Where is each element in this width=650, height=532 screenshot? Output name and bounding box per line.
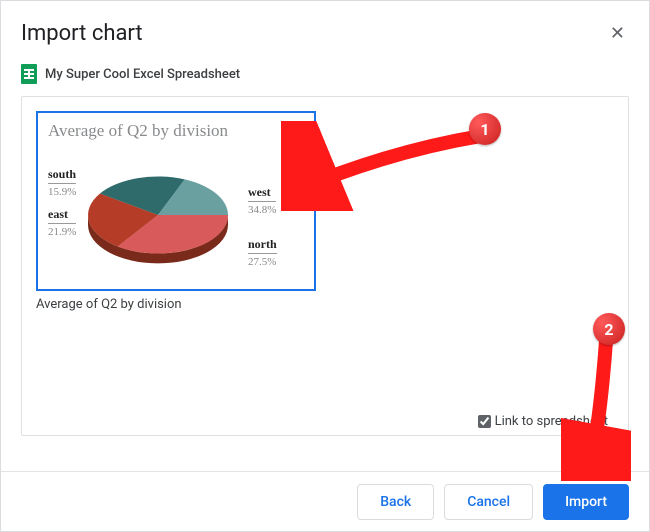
annotation-badge-2: 2 [593, 313, 625, 345]
slice-label-north: north 27.5% [248, 237, 277, 269]
slice-label-west: west 34.8% [248, 185, 276, 217]
dialog-footer: Back Cancel Import [1, 471, 649, 531]
source-name: My Super Cool Excel Spreadsheet [45, 67, 240, 82]
import-button[interactable]: Import [543, 484, 629, 520]
thumbnail-caption: Average of Q2 by division [36, 297, 614, 312]
sheets-icon [21, 64, 37, 84]
close-icon[interactable]: ✕ [606, 19, 629, 48]
chart-title: Average of Q2 by division [48, 121, 304, 141]
back-button[interactable]: Back [357, 484, 434, 520]
pie-chart: west 34.8% north 27.5% east 21.9% south … [48, 145, 308, 275]
source-row: My Super Cool Excel Spreadsheet [1, 58, 649, 96]
slice-label-south: south 15.9% [48, 167, 76, 199]
slice-label-east: east 21.9% [48, 207, 76, 239]
chart-picker-panel: Average of Q2 by division [21, 96, 629, 436]
link-spreadsheet-option[interactable]: Link to spreadsheet [478, 414, 608, 429]
cancel-button[interactable]: Cancel [444, 484, 533, 520]
dialog-title: Import chart [21, 21, 143, 46]
dialog-header: Import chart ✕ [1, 1, 649, 58]
link-label: Link to spreadsheet [495, 414, 608, 429]
link-checkbox[interactable] [478, 415, 491, 428]
chart-thumbnail[interactable]: Average of Q2 by division [36, 111, 316, 291]
annotation-badge-1: 1 [469, 113, 501, 145]
import-chart-dialog: Import chart ✕ My Super Cool Excel Sprea… [0, 0, 650, 532]
